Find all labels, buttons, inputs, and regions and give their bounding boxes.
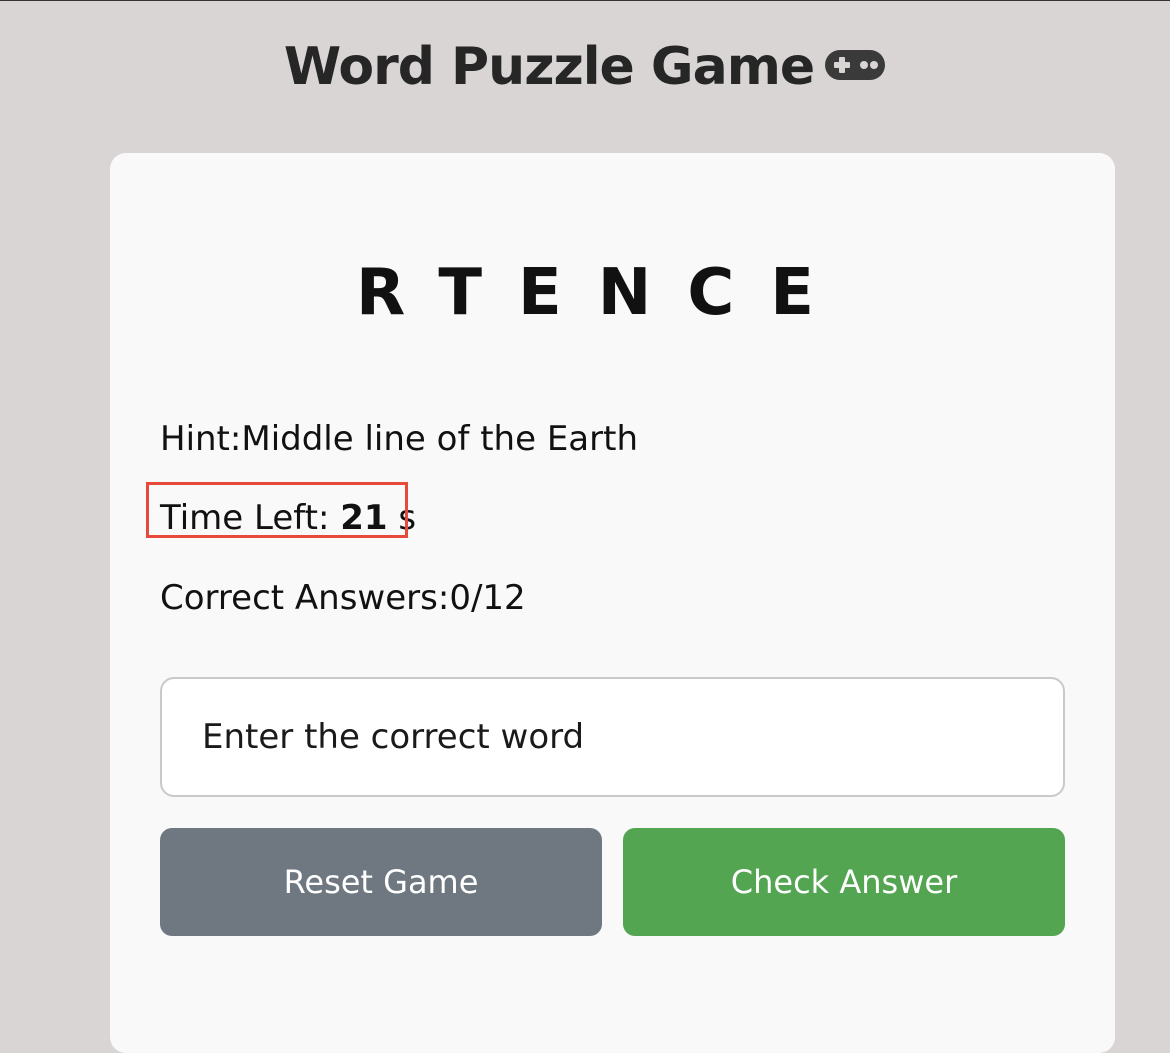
page-title: Word Puzzle Game [0,37,1170,100]
time-value: 21 [340,498,388,538]
hint-line: Hint:Middle line of the Earth [160,419,638,459]
timer-line: Time Left: 21 s [160,498,416,538]
reset-game-button[interactable]: Reset Game [160,828,602,936]
hint-label: Hint: [160,419,242,459]
score-value: 0/12 [449,578,526,618]
word-input[interactable] [160,677,1065,797]
score-line: Correct Answers:0/12 [160,578,526,618]
gamepad-icon [824,34,886,94]
hint-text: Middle line of the Earth [241,419,639,459]
time-unit: s [387,498,417,538]
time-label: Time Left: [160,498,341,538]
check-answer-button[interactable]: Check Answer [623,828,1065,936]
score-label: Correct Answers: [160,578,450,618]
scrambled-word: RTENCE [355,256,851,330]
page-title-text: Word Puzzle Game [283,37,815,97]
